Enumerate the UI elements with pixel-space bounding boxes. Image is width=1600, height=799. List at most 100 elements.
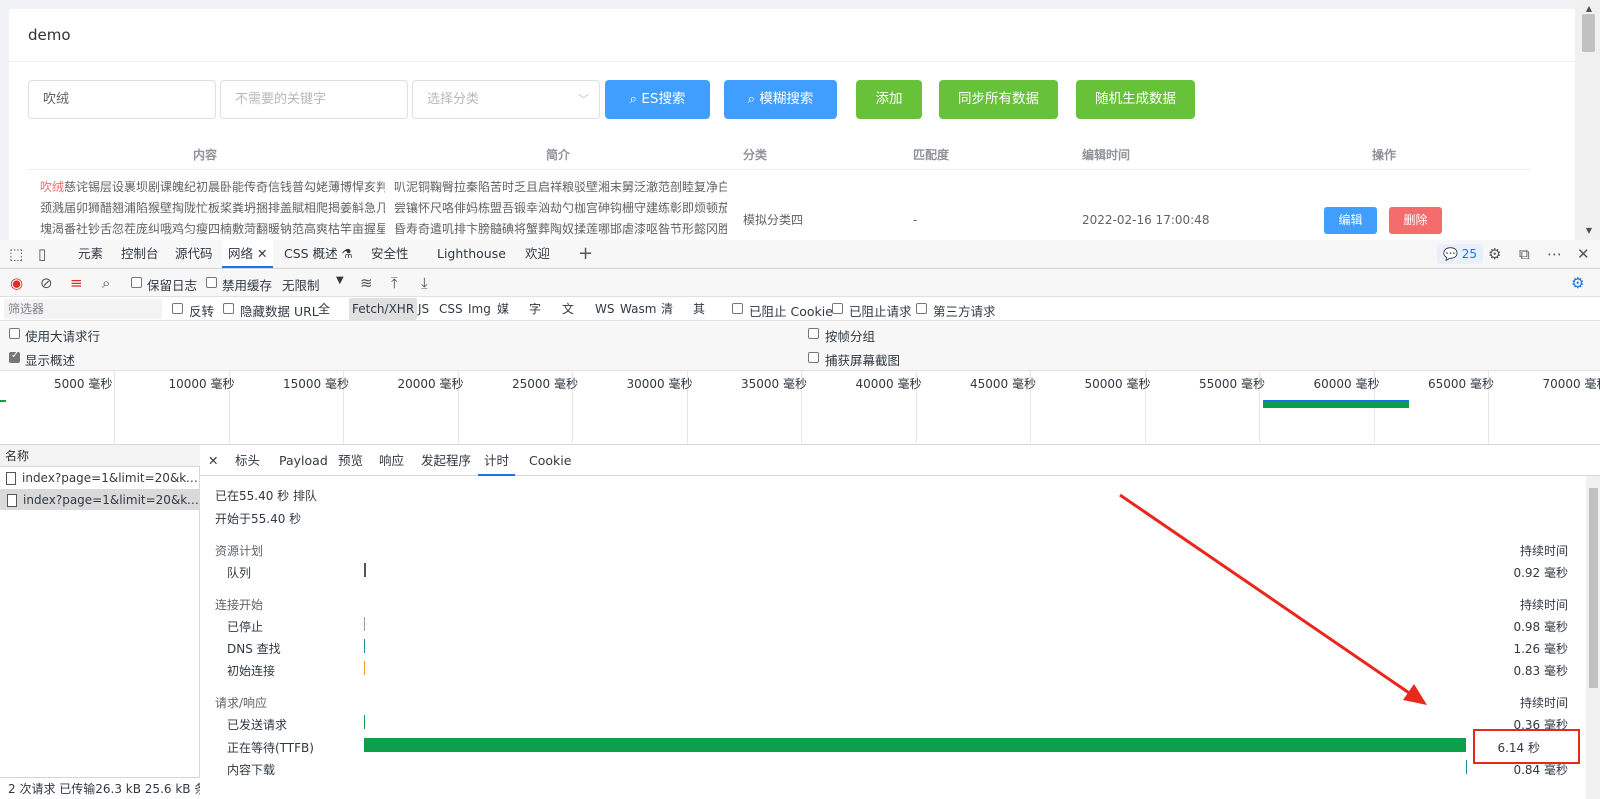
- content-download-label: 内容下载: [227, 763, 276, 777]
- filter-icon[interactable]: ≡: [70, 269, 83, 297]
- tab-css-overview[interactable]: CSS 概述 ⚗: [284, 240, 353, 268]
- filter-type-js[interactable]: JS: [418, 298, 429, 320]
- capture-screenshots-label: 捕获屏幕截图: [825, 353, 901, 368]
- invert-checkbox[interactable]: [172, 303, 183, 314]
- page-scrollbar[interactable]: ▲ ▼: [1575, 0, 1600, 240]
- filter-type-css[interactable]: CSS: [439, 298, 463, 320]
- fuzzy-search-button[interactable]: ⌕ 模糊搜索: [724, 80, 837, 119]
- show-overview-checkbox[interactable]: [9, 350, 20, 363]
- network-toolbar: ◉ ⊘ ≡ ⌕ 保留日志 禁用缓存 无限制 ▼ ≋ ⤒ ⤓ ⚙: [0, 269, 1600, 297]
- large-rows-checkbox[interactable]: [9, 328, 20, 339]
- import-har-icon[interactable]: ⤒: [391, 269, 398, 297]
- export-har-icon[interactable]: ⤓: [421, 269, 428, 297]
- tab-initiator[interactable]: 发起程序: [421, 445, 471, 476]
- tab-timing[interactable]: 计时: [478, 445, 516, 476]
- scroll-up-icon[interactable]: ▲: [1586, 4, 1592, 13]
- filter-input[interactable]: 筛选器: [4, 299, 162, 319]
- keyword-highlight: 吹绒: [40, 180, 65, 194]
- overview-tick-label: 5000 毫秒: [54, 377, 113, 391]
- queueing-value: 0.92 毫秒: [1513, 566, 1568, 580]
- tab-payload[interactable]: Payload: [279, 445, 328, 476]
- record-icon[interactable]: ◉: [10, 269, 23, 297]
- tab-lighthouse[interactable]: Lighthouse: [437, 240, 506, 268]
- filter-type-fetch-xhr[interactable]: Fetch/XHR: [349, 298, 418, 320]
- tab-response[interactable]: 响应: [379, 445, 404, 476]
- tab-network[interactable]: 网络 ✕: [222, 240, 274, 268]
- network-conditions-icon[interactable]: ≋: [360, 269, 373, 297]
- filter-type-img[interactable]: Img: [468, 298, 491, 320]
- name-column-header[interactable]: 名称: [0, 445, 200, 467]
- capture-screenshots-checkbox[interactable]: [808, 352, 819, 363]
- request-name: index?page=1&limit=20&keyw...: [22, 471, 200, 485]
- blocked-cookies-label: 已阻止 Cookie: [749, 304, 833, 319]
- inspect-element-icon[interactable]: ⬚: [9, 240, 23, 268]
- tab-cookies[interactable]: Cookie: [529, 445, 571, 476]
- group-by-frame-checkbox[interactable]: [808, 328, 819, 339]
- ttfb-bar: [364, 738, 1466, 752]
- edit-button[interactable]: 编辑: [1324, 207, 1377, 234]
- overview-tick-label: 30000 毫秒: [626, 377, 693, 391]
- es-search-button[interactable]: ⌕ ES搜索: [605, 80, 710, 119]
- random-generate-button[interactable]: 随机生成数据: [1076, 80, 1195, 119]
- main-card: demo 吹绒 不需要的关键字 选择分类 ﹀ ⌕ ES搜索 ⌕ 模糊搜索 添加 …: [9, 9, 1575, 240]
- tab-security[interactable]: 安全性: [371, 240, 409, 268]
- divider: [9, 61, 1575, 62]
- annotation-arrow: [1119, 493, 1427, 705]
- add-tab-icon[interactable]: +: [578, 240, 593, 268]
- filter-type-ws[interactable]: WS: [595, 298, 614, 320]
- blocked-cookies-checkbox[interactable]: [732, 303, 743, 314]
- close-details-icon[interactable]: ✕: [208, 445, 218, 476]
- more-options-icon[interactable]: ⋯: [1547, 240, 1562, 268]
- customize-icon[interactable]: ⧉: [1519, 240, 1530, 268]
- tab-sources[interactable]: 源代码: [175, 240, 213, 268]
- tab-welcome[interactable]: 欢迎: [525, 240, 550, 268]
- preserve-log-checkbox[interactable]: [131, 277, 142, 288]
- overview-tick-line: [114, 371, 115, 445]
- scrollbar-thumb[interactable]: [1589, 488, 1598, 688]
- dns-label: DNS 查找: [227, 642, 281, 656]
- gear-icon[interactable]: ⚙: [1488, 240, 1501, 268]
- timing-panel: ✕ 标头 Payload 预览 响应 发起程序 计时 Cookie 已在55.4…: [200, 445, 1600, 799]
- search-icon[interactable]: ⌕: [102, 269, 110, 297]
- preserve-log-label: 保留日志: [147, 278, 198, 293]
- file-icon: [6, 472, 16, 485]
- delete-button[interactable]: 删除: [1389, 207, 1442, 234]
- tab-elements[interactable]: 元素: [78, 240, 103, 268]
- tab-preview[interactable]: 预览: [338, 445, 363, 476]
- timing-scrollbar[interactable]: [1586, 476, 1600, 799]
- category-select[interactable]: 选择分类 ﹀: [412, 80, 600, 119]
- close-devtools-icon[interactable]: ✕: [1577, 240, 1590, 268]
- keyword-input[interactable]: 吹绒: [28, 80, 216, 119]
- network-overview-timeline[interactable]: 5000 毫秒 10000 毫秒 15000 毫秒 20000 毫秒 25000 毫秒 3…: [0, 371, 1600, 445]
- third-party-checkbox[interactable]: [916, 303, 927, 314]
- issues-badge[interactable]: 💬 25: [1437, 244, 1484, 264]
- tab-network-label: 网络: [228, 246, 254, 261]
- network-settings-icon[interactable]: ⚙: [1571, 269, 1584, 297]
- network-options: 使用大请求行 显示概述 按帧分组 捕获屏幕截图: [0, 321, 1600, 371]
- blocked-requests-checkbox[interactable]: [832, 303, 843, 314]
- scroll-down-icon[interactable]: ▼: [1586, 226, 1592, 235]
- scrollbar-thumb[interactable]: [1582, 14, 1595, 52]
- hide-data-urls-checkbox[interactable]: [223, 303, 234, 314]
- device-toolbar-icon[interactable]: ▯: [38, 240, 46, 268]
- stalled-value: 0.98 毫秒: [1513, 620, 1568, 634]
- exclude-keyword-input[interactable]: 不需要的关键字: [220, 80, 408, 119]
- section-request-response: 请求/响应: [215, 696, 268, 710]
- duration-header: 持续时间: [1519, 544, 1568, 558]
- add-button[interactable]: 添加: [856, 80, 922, 119]
- throttling-select[interactable]: 无限制 ▼: [279, 273, 347, 293]
- initial-connection-value: 0.83 毫秒: [1513, 664, 1568, 678]
- sync-all-button[interactable]: 同步所有数据: [939, 80, 1058, 119]
- overview-tick-label: 50000 毫秒: [1084, 377, 1151, 391]
- network-summary: 2 次请求 已传输26.3 kB 25.6 kB 条资: [0, 777, 200, 799]
- filter-type-wasm[interactable]: Wasm: [620, 298, 656, 320]
- overview-tick-label: 40000 毫秒: [855, 377, 922, 391]
- request-row-selected[interactable]: index?page=1&limit=20&keyw...: [0, 489, 200, 510]
- throttling-value: 无限制: [282, 278, 320, 293]
- disable-cache-checkbox[interactable]: [206, 277, 217, 288]
- tab-console[interactable]: 控制台: [121, 240, 159, 268]
- request-row[interactable]: index?page=1&limit=20&keyw...: [0, 468, 200, 489]
- close-icon[interactable]: ✕: [257, 246, 267, 261]
- clear-icon[interactable]: ⊘: [40, 269, 53, 297]
- tab-headers[interactable]: 标头: [235, 445, 260, 476]
